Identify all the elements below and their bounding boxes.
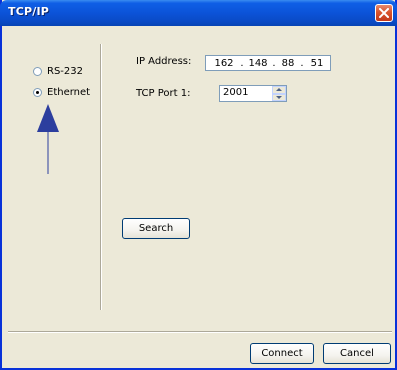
ip-address-label: IP Address: [136,56,192,67]
connect-button[interactable]: Connect [250,343,314,364]
ip-octet-2[interactable]: 148 [246,58,270,69]
radio-ethernet-circle[interactable] [33,88,42,97]
title-bar[interactable]: TCP/IP [0,0,397,26]
radio-rs232-label: RS-232 [47,66,83,77]
tcpip-dialog: TCP/IP RS-232 Ethernet IP Address: 162 .… [0,0,397,370]
radio-rs232[interactable]: RS-232 [33,66,83,77]
ip-dot: . [272,57,276,69]
chevron-up-icon [276,88,282,92]
radio-ethernet[interactable]: Ethernet [33,87,90,98]
ip-dot: . [240,57,244,69]
close-icon [379,8,389,18]
ip-octet-3[interactable]: 88 [278,58,298,69]
spin-down-button[interactable] [272,93,286,101]
ip-dot: . [300,57,304,69]
vertical-separator [100,44,101,310]
cancel-button[interactable]: Cancel [323,343,391,364]
tcp-port-value[interactable]: 2001 [223,87,248,98]
search-button[interactable]: Search [122,218,190,239]
radio-rs232-circle[interactable] [33,67,42,76]
window-title: TCP/IP [8,5,50,18]
chevron-down-icon [276,95,282,99]
ip-octet-4[interactable]: 51 [306,58,328,69]
radio-ethernet-label: Ethernet [47,87,91,98]
close-button[interactable] [375,4,393,22]
tcp-port-label: TCP Port 1: [136,88,191,99]
ip-address-field[interactable]: 162 . 148 . 88 . 51 [205,55,331,71]
annotation-arrow-icon [37,104,59,174]
ip-octet-1[interactable]: 162 [210,58,238,69]
spin-up-button[interactable] [272,86,286,94]
horizontal-separator [8,331,392,332]
tcp-port-spinner[interactable]: 2001 [219,85,287,102]
spinner-buttons [272,86,286,101]
